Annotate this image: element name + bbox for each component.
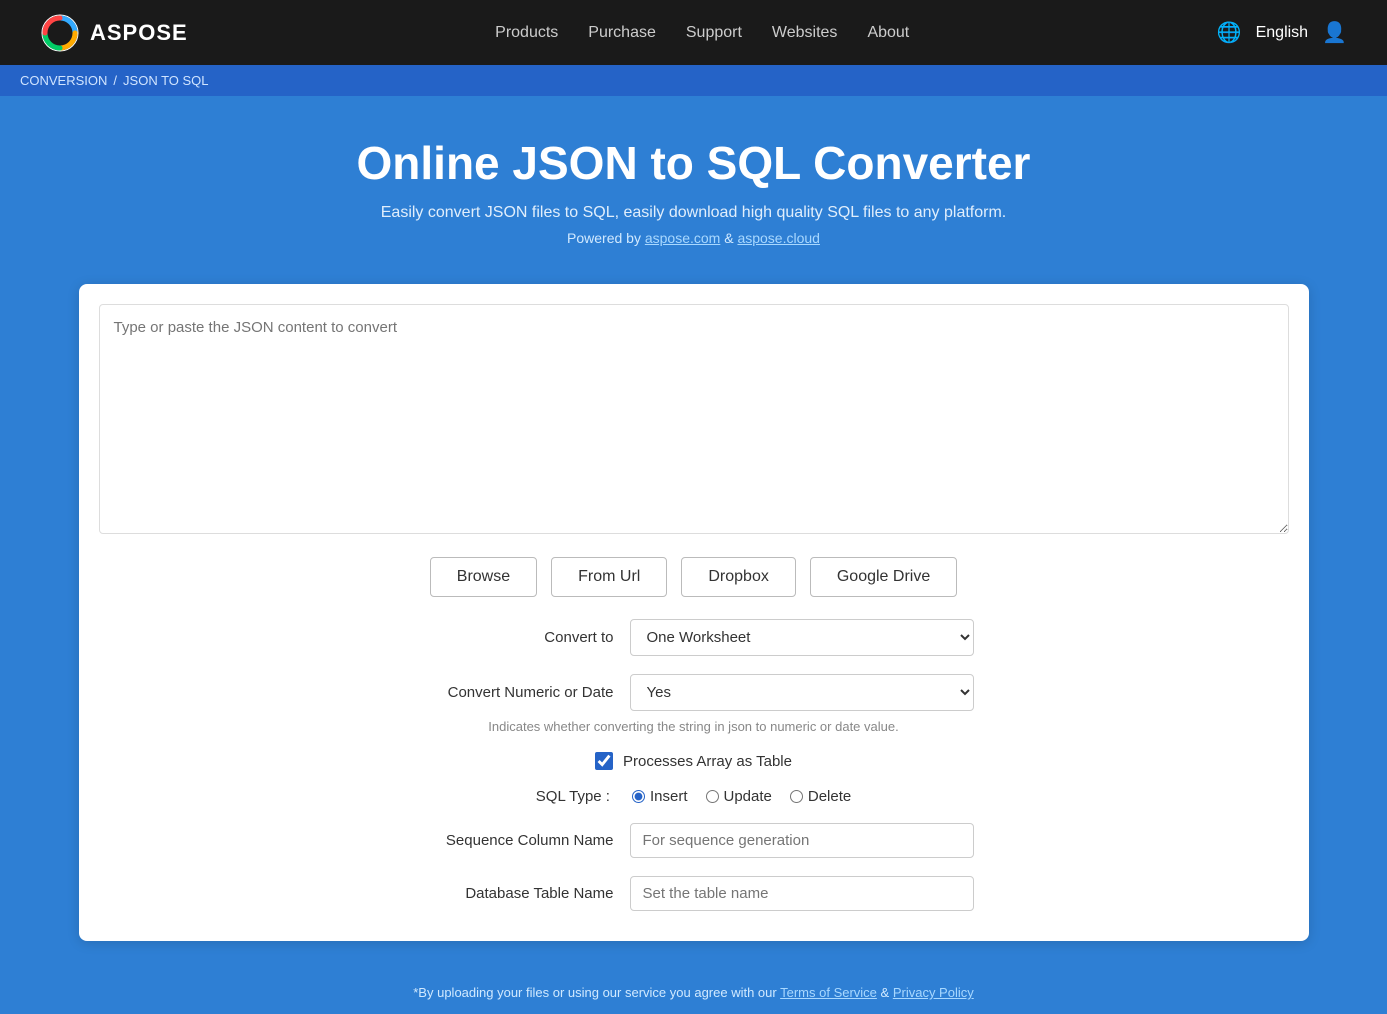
sequence-column-row: Sequence Column Name — [414, 823, 974, 858]
dropbox-button[interactable]: Dropbox — [681, 557, 795, 597]
database-table-label: Database Table Name — [414, 885, 614, 902]
main-nav: Products Purchase Support Websites About — [495, 24, 909, 42]
nav-support[interactable]: Support — [686, 24, 742, 42]
convert-to-select[interactable]: One Worksheet Multiple Worksheets — [630, 619, 974, 656]
breadcrumb: CONVERSION / JSON TO SQL — [0, 65, 1387, 96]
database-table-input[interactable] — [630, 876, 974, 911]
logo[interactable]: ASPOSE — [40, 13, 188, 53]
main-card: Browse From Url Dropbox Google Drive Con… — [79, 284, 1309, 941]
header-right: 🌐 English 👤 — [1217, 20, 1347, 45]
sql-delete-label: Delete — [808, 788, 851, 805]
globe-icon[interactable]: 🌐 — [1217, 20, 1242, 45]
aspose-logo-icon — [40, 13, 80, 53]
logo-text: ASPOSE — [90, 20, 188, 46]
convert-to-row: Convert to One Worksheet Multiple Worksh… — [414, 619, 974, 656]
sql-type-row: SQL Type : Insert Update Delete — [536, 788, 851, 805]
google-drive-button[interactable]: Google Drive — [810, 557, 957, 597]
breadcrumb-separator: / — [113, 73, 117, 88]
sql-type-delete[interactable]: Delete — [790, 788, 851, 805]
language-label[interactable]: English — [1256, 24, 1308, 42]
breadcrumb-conversion[interactable]: CONVERSION — [20, 73, 107, 88]
processes-array-row: Processes Array as Table — [595, 752, 792, 770]
sql-type-label: SQL Type : — [536, 788, 610, 805]
sql-update-label: Update — [724, 788, 772, 805]
powered-by: Powered by aspose.com & aspose.cloud — [20, 230, 1367, 246]
tos-link[interactable]: Terms of Service — [780, 985, 877, 1000]
form-options: Convert to One Worksheet Multiple Worksh… — [99, 619, 1289, 911]
browse-button[interactable]: Browse — [430, 557, 537, 597]
hero-section: Online JSON to SQL Converter Easily conv… — [0, 96, 1387, 284]
convert-numeric-hint: Indicates whether converting the string … — [488, 719, 898, 734]
footer-note: *By uploading your files or using our se… — [0, 971, 1387, 1014]
processes-array-label: Processes Array as Table — [623, 753, 792, 770]
processes-array-checkbox[interactable] — [595, 752, 613, 770]
sequence-column-label: Sequence Column Name — [414, 832, 614, 849]
convert-to-label: Convert to — [414, 629, 614, 646]
upload-buttons: Browse From Url Dropbox Google Drive — [99, 557, 1289, 597]
hero-subtitle: Easily convert JSON files to SQL, easily… — [20, 204, 1367, 222]
user-icon[interactable]: 👤 — [1322, 20, 1347, 45]
nav-about[interactable]: About — [867, 24, 909, 42]
sql-insert-label: Insert — [650, 788, 688, 805]
json-input[interactable] — [99, 304, 1289, 534]
header: ASPOSE Products Purchase Support Website… — [0, 0, 1387, 65]
nav-products[interactable]: Products — [495, 24, 558, 42]
nav-purchase[interactable]: Purchase — [588, 24, 656, 42]
breadcrumb-current: JSON TO SQL — [123, 73, 209, 88]
convert-numeric-row: Convert Numeric or Date Yes No — [414, 674, 974, 711]
sequence-column-input[interactable] — [630, 823, 974, 858]
from-url-button[interactable]: From Url — [551, 557, 667, 597]
aspose-cloud-link[interactable]: aspose.cloud — [737, 230, 820, 246]
nav-websites[interactable]: Websites — [772, 24, 838, 42]
sql-type-insert[interactable]: Insert — [632, 788, 688, 805]
aspose-com-link[interactable]: aspose.com — [645, 230, 720, 246]
convert-numeric-select[interactable]: Yes No — [630, 674, 974, 711]
sql-type-update[interactable]: Update — [706, 788, 772, 805]
privacy-link[interactable]: Privacy Policy — [893, 985, 974, 1000]
database-table-row: Database Table Name — [414, 876, 974, 911]
page-title: Online JSON to SQL Converter — [20, 136, 1367, 190]
convert-numeric-label: Convert Numeric or Date — [414, 684, 614, 701]
